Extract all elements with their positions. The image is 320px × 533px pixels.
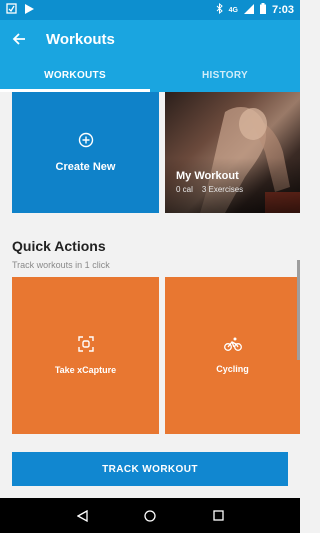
tab-bar: WORKOUTS HISTORY — [0, 58, 300, 92]
track-workout-button[interactable]: TRACK WORKOUT — [12, 452, 288, 486]
create-new-card[interactable]: Create New — [12, 92, 159, 213]
workout-meta: 0 cal 3 Exercises — [176, 185, 243, 194]
capture-icon — [77, 336, 94, 357]
back-nav-icon[interactable] — [67, 501, 97, 531]
tab-history[interactable]: HISTORY — [150, 58, 300, 92]
cycling-icon — [223, 337, 242, 356]
status-time: 7:03 — [271, 4, 294, 16]
workout-exercises: 3 Exercises — [201, 185, 244, 194]
status-bar: 4G 7:03 — [0, 0, 300, 20]
play-store-icon — [25, 3, 34, 17]
quick-actions-subtitle: Track workouts in 1 click — [12, 260, 110, 270]
take-xcapture-label: Take xCapture — [54, 365, 117, 375]
signal-icon — [243, 3, 254, 17]
my-workout-card[interactable]: My Workout 0 cal 3 Exercises — [165, 92, 300, 213]
recents-nav-icon[interactable] — [203, 501, 233, 531]
battery-icon — [259, 3, 266, 17]
scrollbar[interactable] — [297, 260, 300, 360]
workout-calories: 0 cal — [176, 185, 193, 194]
bluetooth-icon — [216, 2, 223, 17]
quick-actions-title: Quick Actions — [12, 238, 106, 254]
take-xcapture-card[interactable]: Take xCapture — [12, 277, 159, 434]
home-nav-icon[interactable] — [135, 501, 165, 531]
add-circle-icon — [78, 132, 94, 153]
cycling-card[interactable]: Cycling — [165, 277, 300, 434]
navigation-bar — [0, 498, 300, 533]
workout-name: My Workout — [176, 170, 239, 182]
network-label: 4G — [228, 6, 238, 14]
workouts-content[interactable]: Create New My Workout 0 cal 3 Exercises … — [0, 92, 300, 498]
app-bar: Workouts — [0, 20, 300, 58]
clipboard-check-icon — [6, 3, 17, 17]
create-new-label: Create New — [55, 161, 116, 173]
back-arrow-icon[interactable] — [12, 32, 26, 46]
cycling-label: Cycling — [216, 364, 249, 374]
tab-workouts[interactable]: WORKOUTS — [0, 58, 150, 92]
page-title: Workouts — [46, 30, 115, 48]
